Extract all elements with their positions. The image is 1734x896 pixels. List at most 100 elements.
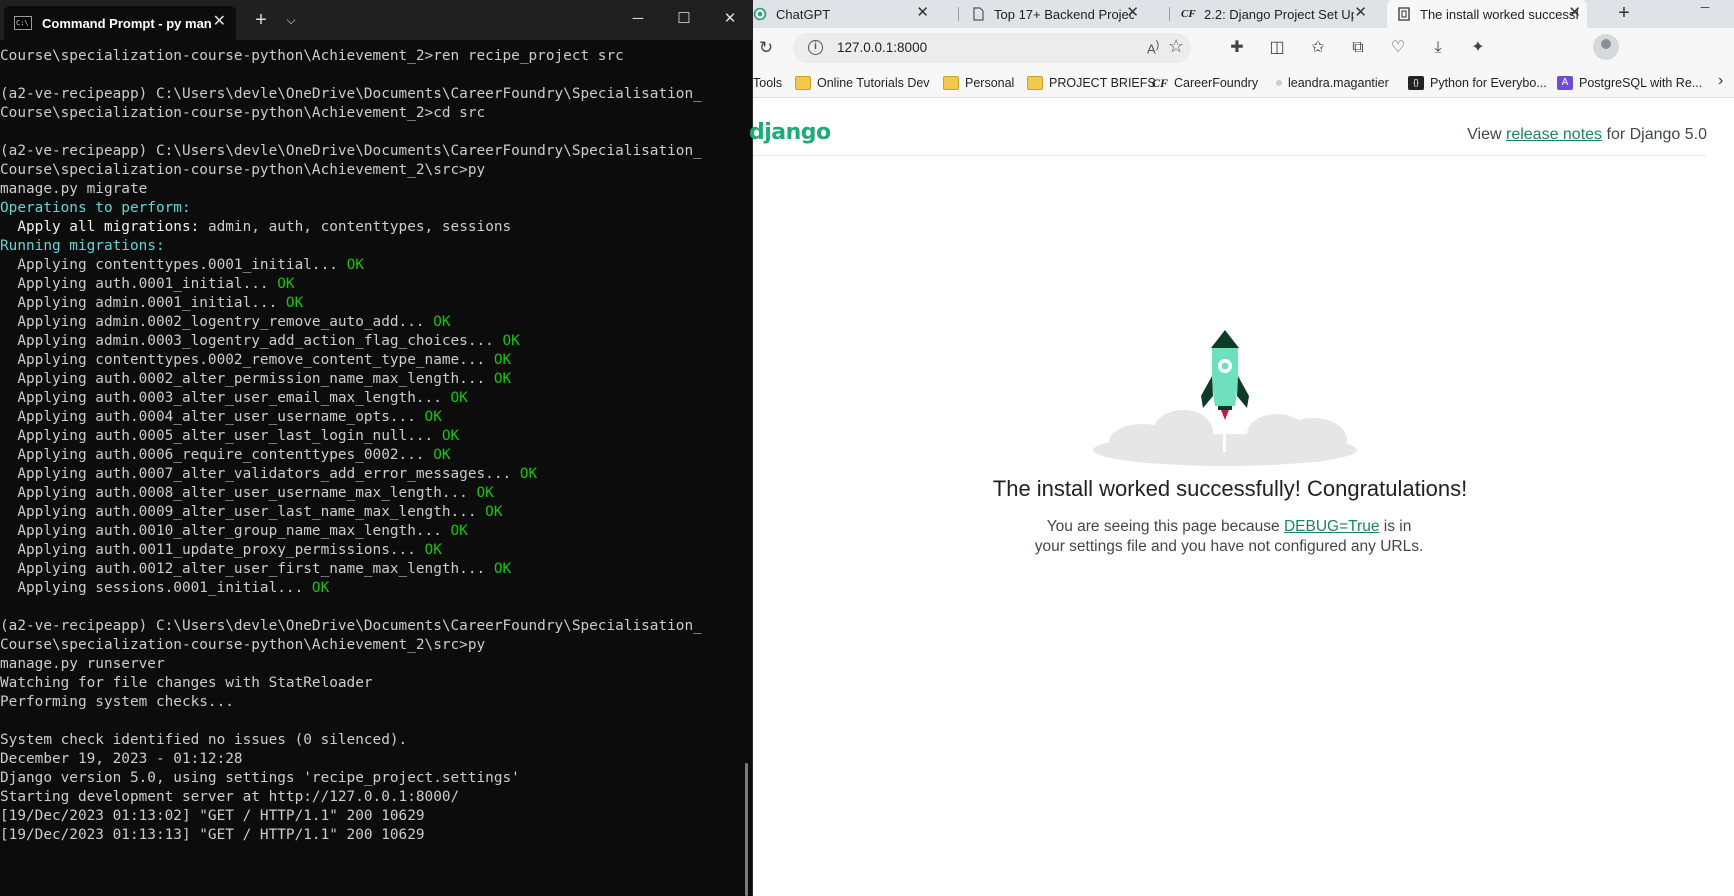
bookmarks-overflow-icon[interactable]: › <box>1718 72 1723 90</box>
browser-tab-title: Top 17+ Backend Project Ide <box>994 6 1134 22</box>
terminal-tab-close-icon[interactable]: ✕ <box>213 14 226 30</box>
terminal-tab-title: Command Prompt - py mana <box>42 15 212 31</box>
terminal-line: Django version 5.0, using settings 'reci… <box>0 769 750 788</box>
terminal-line: Course\specialization-course-python\Achi… <box>0 104 750 123</box>
terminal-text: [19/Dec/2023 01:13:02] "GET / HTTP/1.1" … <box>0 808 425 824</box>
profile-avatar-icon[interactable] <box>1593 34 1619 60</box>
bookmark-item[interactable]: CF CareerFoundry <box>1152 74 1258 92</box>
browser-tab[interactable]: ChatGPT ✕ <box>753 0 935 28</box>
minimize-icon[interactable]: ─ <box>615 0 661 40</box>
ok-status: OK <box>476 504 503 520</box>
browser-minimize-icon[interactable]: ─ <box>1690 0 1720 20</box>
info-icon[interactable]: i <box>808 40 823 55</box>
browser-window: ChatGPT ✕ Top 17+ Backend Project Ide ✕ … <box>749 0 1734 896</box>
read-aloud-icon[interactable]: A) <box>1147 39 1159 56</box>
maximize-icon[interactable]: ☐ <box>661 0 707 40</box>
terminal-line: Applying auth.0010_alter_group_name_max_… <box>0 522 750 541</box>
folder-icon <box>795 76 811 90</box>
terminal-line: manage.py migrate <box>0 180 750 199</box>
bookmark-folder[interactable]: Personal <box>943 74 1014 92</box>
terminal-line: Course\specialization-course-python\Achi… <box>0 161 750 180</box>
terminal-output[interactable]: Course\specialization-course-python\Achi… <box>0 47 750 896</box>
ok-status: OK <box>424 314 451 330</box>
ok-status: OK <box>424 447 451 463</box>
terminal-text: Applying auth.0009_alter_user_last_name_… <box>0 504 477 520</box>
browser-toolbar: ↻ i 127.0.0.1:8000 A) ☆ ✚ ◫ ✩ ⧉ ♡ ⤓ ✦ <box>753 28 1734 68</box>
close-tab-icon[interactable]: ✕ <box>1354 5 1367 21</box>
terminal-line: Operations to perform: <box>0 199 750 218</box>
add-favorite-icon[interactable]: ☆ <box>1168 36 1184 57</box>
terminal-line: Apply all migrations: admin, auth, conte… <box>0 218 750 237</box>
terminal-line: Applying admin.0002_logentry_remove_auto… <box>0 313 750 332</box>
postgres-icon: A <box>1557 76 1573 90</box>
browser-tab-title: The install worked successfu <box>1420 6 1578 22</box>
bookmark-item[interactable]: {} Python for Everybo... <box>1408 74 1547 92</box>
bookmark-label: Personal <box>965 76 1015 90</box>
bookmark-item[interactable]: A PostgreSQL with Re... <box>1557 74 1702 92</box>
downloads-icon[interactable]: ⤓ <box>1426 36 1450 60</box>
terminal-dropdown-icon[interactable]: ⌵ <box>276 0 306 40</box>
bookmark-folder[interactable]: Online Tutorials Dev <box>795 74 930 92</box>
terminal-text: admin, auth, contenttypes, sessions <box>199 219 512 235</box>
close-window-icon[interactable]: ✕ <box>707 0 753 40</box>
django-welcome-page: django View release notes for Django 5.0 <box>749 99 1734 896</box>
terminal-text: Applying contenttypes.0001_initial... <box>0 257 338 273</box>
terminal-text: Course\specialization-course-python\Achi… <box>0 637 486 653</box>
bookmark-label: Python for Everybo... <box>1430 76 1547 90</box>
bookmark-item[interactable]: leandra.magantier <box>1276 74 1389 92</box>
terminal-text: Course\specialization-course-python\Achi… <box>0 105 486 121</box>
url-text[interactable]: 127.0.0.1:8000 <box>837 40 927 55</box>
terminal-tab[interactable]: C:\ Command Prompt - py mana ✕ <box>4 6 236 40</box>
bookmark-label: PROJECT BRIEFS <box>1049 76 1156 90</box>
ok-status: OK <box>268 276 295 292</box>
browser-tab[interactable]: CF 2.2: Django Project Set Up ✕ <box>1177 0 1373 28</box>
terminal-text: Applying auth.0006_require_contenttypes_… <box>0 447 425 463</box>
favorites-icon[interactable]: ✩ <box>1306 36 1330 60</box>
terminal-line: Applying auth.0006_require_contenttypes_… <box>0 446 750 465</box>
split-screen-icon[interactable]: ◫ <box>1265 36 1289 60</box>
command-prompt-window[interactable]: C:\ Command Prompt - py mana ✕ + ⌵ ─ ☐ ✕… <box>0 0 753 896</box>
terminal-text: Applying auth.0012_alter_user_first_name… <box>0 561 486 577</box>
terminal-text: December 19, 2023 - 01:12:28 <box>0 751 243 767</box>
terminal-titlebar[interactable]: C:\ Command Prompt - py mana ✕ + ⌵ ─ ☐ ✕ <box>0 0 753 40</box>
collections-icon[interactable]: ⧉ <box>1346 36 1370 60</box>
terminal-line: Applying admin.0001_initial... OK <box>0 294 750 313</box>
terminal-line: Applying auth.0012_alter_user_first_name… <box>0 560 750 579</box>
debug-true-link[interactable]: DEBUG=True <box>1284 518 1379 535</box>
terminal-line: Applying admin.0003_logentry_add_action_… <box>0 332 750 351</box>
extensions-icon[interactable]: ✚ <box>1225 36 1249 60</box>
terminal-scrollbar[interactable] <box>745 763 748 896</box>
terminal-line: Applying auth.0008_alter_user_username_m… <box>0 484 750 503</box>
browser-tab-active[interactable]: The install worked successfu ✕ <box>1387 0 1587 28</box>
close-tab-icon[interactable]: ✕ <box>1126 5 1139 21</box>
terminal-text: Applying admin.0003_logentry_add_action_… <box>0 333 494 349</box>
copilot-icon[interactable]: ✦ <box>1466 36 1490 60</box>
terminal-line: Applying contenttypes.0001_initial... OK <box>0 256 750 275</box>
terminal-line: Watching for file changes with StatReloa… <box>0 674 750 693</box>
terminal-line: (a2-ve-recipeapp) C:\Users\devle\OneDriv… <box>0 85 750 104</box>
bookmark-folder[interactable]: PROJECT BRIEFS <box>1027 74 1156 92</box>
bookmark-label: CareerFoundry <box>1174 76 1259 90</box>
close-tab-icon[interactable]: ✕ <box>916 5 929 21</box>
close-tab-icon[interactable]: ✕ <box>1568 5 1581 21</box>
bookmark-item[interactable]: Tools <box>753 74 782 92</box>
ok-status: OK <box>277 295 304 311</box>
terminal-line: Applying sessions.0001_initial... OK <box>0 579 750 598</box>
django-logo[interactable]: django <box>749 120 831 145</box>
page-header: django View release notes for Django 5.0 <box>749 99 1707 156</box>
terminal-line: Applying auth.0004_alter_user_username_o… <box>0 408 750 427</box>
terminal-text: (a2-ve-recipeapp) C:\Users\devle\OneDriv… <box>0 143 702 159</box>
terminal-line: Course\specialization-course-python\Achi… <box>0 47 750 66</box>
terminal-text: Applying admin.0001_initial... <box>0 295 278 311</box>
release-notes-link[interactable]: release notes <box>1506 126 1602 143</box>
browser-tab[interactable]: Top 17+ Backend Project Ide ✕ <box>965 0 1145 28</box>
reload-icon[interactable]: ↻ <box>753 36 779 60</box>
terminal-new-tab-button[interactable]: + <box>246 0 276 40</box>
address-bar[interactable]: i 127.0.0.1:8000 A) ☆ <box>793 33 1191 63</box>
browser-essentials-icon[interactable]: ♡ <box>1386 36 1410 60</box>
new-tab-button[interactable]: + <box>1609 0 1639 28</box>
terminal-line: Applying auth.0009_alter_user_last_name_… <box>0 503 750 522</box>
terminal-text: Applying sessions.0001_initial... <box>0 580 304 596</box>
terminal-line: Applying auth.0011_update_proxy_permissi… <box>0 541 750 560</box>
